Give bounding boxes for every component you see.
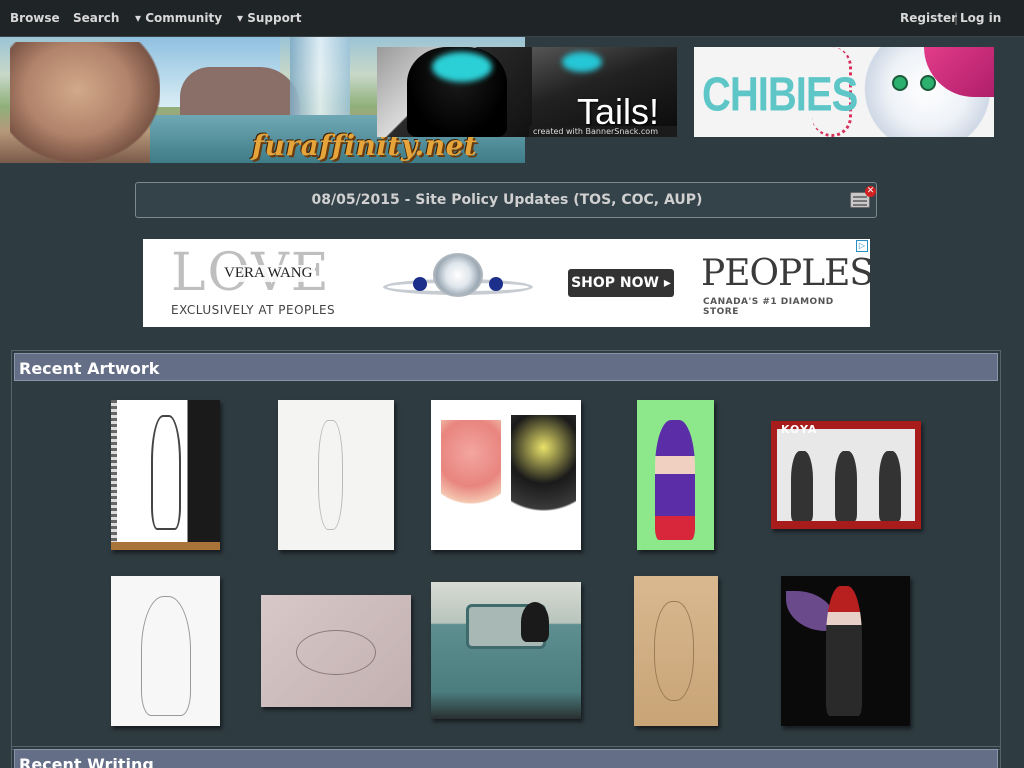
- recent-writing-header: Recent Writing: [14, 749, 998, 768]
- artwork-thumbnail[interactable]: KOYA: [771, 421, 921, 529]
- artwork-thumbnail[interactable]: [634, 576, 718, 726]
- artwork-thumbnail[interactable]: [637, 400, 714, 550]
- thumbnail-sheet: [777, 429, 915, 521]
- recent-writing-section: Recent Writing: [11, 746, 1001, 768]
- thumbnail-figure: [296, 630, 376, 675]
- artwork-thumbnail[interactable]: [431, 582, 581, 719]
- ad-tails-banner[interactable]: Tails! created with BannerSnack.com: [377, 47, 677, 137]
- ad-tails-credit: created with BannerSnack.com: [529, 126, 677, 137]
- artwork-thumbnail[interactable]: [111, 400, 220, 550]
- nav-support-menu[interactable]: ▾ Support: [237, 11, 301, 25]
- nav-register-link[interactable]: Register: [900, 11, 957, 25]
- thumbnail-figure: [791, 451, 813, 521]
- site-notice[interactable]: 08/05/2015 - Site Policy Updates (TOS, C…: [135, 182, 877, 218]
- ad-ring-image: [383, 251, 533, 311]
- thumbnail-figure: [141, 596, 191, 716]
- ad-tails-accent-2: [562, 52, 602, 72]
- thumbnail-figure: [511, 415, 576, 545]
- thumbnail-figure: [654, 601, 694, 701]
- thumbnail-figure: [655, 420, 695, 540]
- site-header: furaffinity.net Tails! created with Bann…: [0, 37, 1024, 163]
- thumbnail-figure: [521, 602, 549, 642]
- artwork-thumbnail[interactable]: [111, 576, 220, 726]
- thumbnail-figure: [879, 451, 901, 521]
- ring-sapphire-right: [489, 277, 503, 291]
- notice-text[interactable]: 08/05/2015 - Site Policy Updates (TOS, C…: [136, 192, 878, 208]
- ad-chibies-eye-right: [920, 75, 936, 91]
- banner-character: [10, 42, 160, 162]
- recent-artwork-header: Recent Artwork: [14, 353, 998, 381]
- ad-chibies-eye-left: [892, 75, 908, 91]
- ring-diamond: [433, 253, 483, 297]
- top-navigation: Browse Search ▾ Community ▾ Support Regi…: [0, 0, 1024, 37]
- thumbnail-figure: [318, 420, 343, 530]
- nav-search-link[interactable]: Search: [73, 11, 119, 25]
- ad-peoples-tagline: CANADA'S #1 DIAMOND STORE: [703, 297, 834, 317]
- artwork-thumbnail[interactable]: [781, 576, 910, 726]
- ad-peoples-banner[interactable]: ▷ LOVE VERA WANG EXCLUSIVELY AT PEOPLES …: [143, 239, 870, 327]
- ad-tails-accent: [432, 52, 492, 82]
- ad-tails-photo-left: [377, 47, 532, 137]
- ad-chibies-banner[interactable]: CHIBIES: [694, 47, 994, 137]
- ad-peoples-brand: PEOPLES: [701, 253, 870, 294]
- artwork-thumbnail[interactable]: [261, 595, 411, 707]
- ring-sapphire-left: [413, 277, 427, 291]
- thumbnail-figure: [826, 586, 862, 716]
- artwork-thumbnail[interactable]: [431, 400, 581, 550]
- thumbnail-title-text: KOYA: [781, 423, 818, 436]
- section-title: Recent Writing: [19, 755, 154, 768]
- ad-chibies-label: CHIBIES: [702, 68, 858, 122]
- adchoices-icon[interactable]: ▷: [856, 240, 868, 252]
- artwork-thumbnail[interactable]: [278, 400, 394, 550]
- section-title: Recent Artwork: [19, 359, 160, 378]
- thumbnail-figure: [835, 451, 857, 521]
- ad-exclusively-text: EXCLUSIVELY AT PEOPLES: [171, 303, 336, 317]
- ad-vera-wang-text: VERA WANG: [221, 265, 316, 282]
- nav-browse-link[interactable]: Browse: [10, 11, 60, 25]
- thumbnail-figure: [441, 420, 501, 530]
- nav-login-link[interactable]: Log in: [960, 11, 1001, 25]
- dismiss-notice-icon[interactable]: [850, 186, 876, 208]
- ad-shop-now-button[interactable]: SHOP NOW ▸: [568, 269, 674, 297]
- thumbnail-figure: [151, 415, 181, 530]
- nav-community-menu[interactable]: ▾ Community: [135, 11, 222, 25]
- nav-separator: |: [954, 11, 959, 25]
